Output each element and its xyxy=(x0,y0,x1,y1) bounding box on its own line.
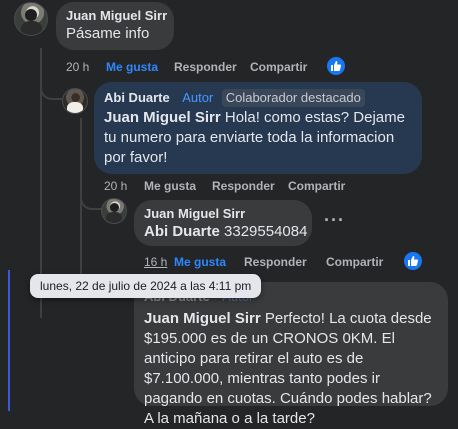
comment-author[interactable]: Juan Miguel Sirr xyxy=(66,8,167,23)
like-button[interactable]: Me gusta xyxy=(144,179,196,193)
comment-body: 3329554084 xyxy=(219,223,308,240)
avatar-abi[interactable] xyxy=(62,88,88,114)
comment-text: Juan Miguel Sirr Hola! como estas? Dejam… xyxy=(104,108,412,168)
reply-button[interactable]: Responder xyxy=(212,179,275,193)
like-button[interactable]: Me gusta xyxy=(174,255,226,269)
avatar-juan[interactable] xyxy=(101,198,127,224)
mention-link[interactable]: Abi Duarte xyxy=(144,223,220,240)
comment-bubble-2: Abi Duarte Autor Colaborador destacado J… xyxy=(94,82,422,174)
reply-button[interactable]: Responder xyxy=(244,255,307,269)
like-reaction-icon[interactable] xyxy=(402,250,424,272)
comment-body: Perfecto! La cuota desde $195.000 es de … xyxy=(144,310,432,428)
comment-bubble-1: Juan Miguel Sirr Pásame info xyxy=(56,2,174,50)
thread-line-side xyxy=(8,270,10,411)
comment-bubble-4: Abi Duarte Autor Juan Miguel Sirr Perfec… xyxy=(134,282,448,427)
comment-time[interactable]: 16 h xyxy=(144,255,167,269)
comment-time[interactable]: 20 h xyxy=(104,179,127,193)
like-reaction-icon[interactable] xyxy=(325,55,347,77)
thread-curve-1 xyxy=(40,80,62,100)
author-badge: Autor xyxy=(182,90,214,105)
reply-button[interactable]: Responder xyxy=(174,60,237,74)
avatar-juan[interactable] xyxy=(14,2,48,36)
share-button[interactable]: Compartir xyxy=(250,60,307,74)
share-button[interactable]: Compartir xyxy=(326,255,383,269)
mention-link[interactable]: Juan Miguel Sirr xyxy=(104,109,221,126)
comment-text: Pásame info xyxy=(66,25,150,42)
thread-curve-2 xyxy=(80,190,102,210)
share-button[interactable]: Compartir xyxy=(288,179,345,193)
comment-actions-3: 16 h Me gusta Responder Compartir xyxy=(144,255,394,271)
mention-link[interactable]: Juan Miguel Sirr xyxy=(144,310,261,327)
contributor-badge: Colaborador destacado xyxy=(221,89,365,107)
comment-author[interactable]: Juan Miguel Sirr xyxy=(144,206,302,221)
thumbs-up-icon xyxy=(331,61,342,71)
comment-author[interactable]: Abi Duarte xyxy=(104,90,170,105)
more-options-icon[interactable]: ··· xyxy=(324,210,345,231)
comment-text: Abi Duarte 3329554084 xyxy=(144,222,307,242)
comment-bubble-3: Juan Miguel Sirr Abi Duarte 3329554084 xyxy=(134,200,312,246)
comment-actions-1: 20 h Me gusta Responder Compartir xyxy=(66,60,346,76)
like-button[interactable]: Me gusta xyxy=(106,60,158,74)
comment-text: Juan Miguel Sirr Perfecto! La cuota desd… xyxy=(144,309,438,429)
timestamp-tooltip: lunes, 22 de julio de 2024 a las 4:11 pm xyxy=(30,274,262,298)
comment-actions-2: 20 h Me gusta Responder Compartir xyxy=(104,179,354,195)
thumbs-up-icon xyxy=(408,256,419,266)
comment-time[interactable]: 20 h xyxy=(66,60,89,74)
